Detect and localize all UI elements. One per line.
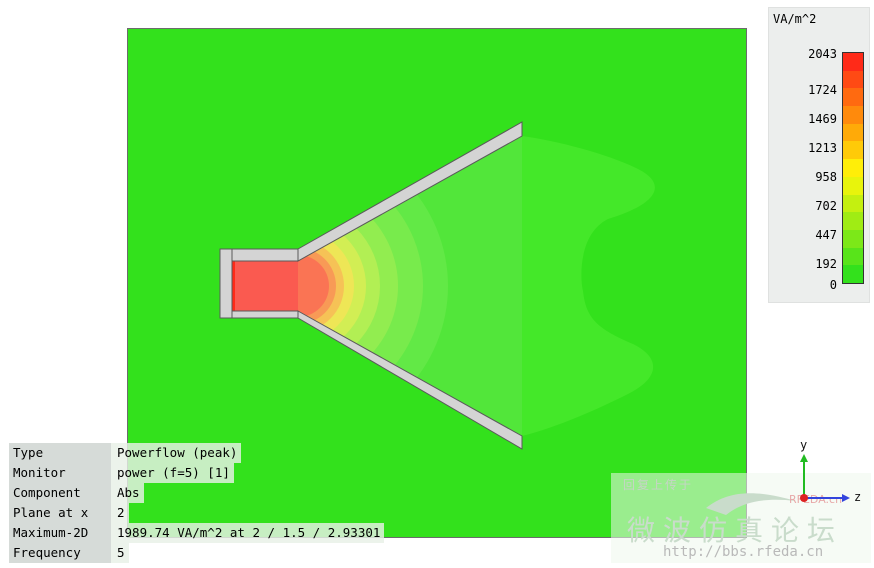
watermark-url: http://bbs.rfeda.cn [663, 544, 824, 560]
info-key: Plane at x [9, 503, 111, 523]
legend-tick: 192 [815, 257, 837, 271]
legend-tick: 1469 [808, 112, 837, 126]
axes-triad: y z [790, 438, 870, 510]
info-value: power (f=5) [1] [111, 463, 234, 483]
info-key: Type [9, 443, 111, 463]
info-row-monitor: Monitor power (f=5) [1] [9, 463, 384, 483]
legend-tick: 1724 [808, 83, 837, 97]
z-axis-label: z [854, 490, 862, 504]
legend-color-segment [843, 159, 863, 177]
legend-tick: 1213 [808, 141, 837, 155]
color-legend: VA/m^2 2043 1724 1469 1213 958 702 447 1… [768, 7, 870, 303]
info-value: 2 [111, 503, 129, 523]
legend-color-segment [843, 247, 863, 266]
info-key: Frequency [9, 543, 111, 563]
legend-color-segment [843, 88, 863, 107]
legend-color-bar [842, 52, 864, 284]
legend-color-segment [843, 141, 863, 160]
watermark-chinese: 微波仿真论坛 [627, 514, 844, 547]
info-value: Abs [111, 483, 144, 503]
legend-color-segment [843, 53, 863, 71]
info-key: Component [9, 483, 111, 503]
plot-info-table: Type Powerflow (peak) Monitor power (f=5… [9, 443, 385, 563]
legend-ticks: 2043 1724 1469 1213 958 702 447 192 0 [769, 8, 839, 304]
legend-tick: 0 [829, 278, 837, 292]
info-row-frequency: Frequency 5 [9, 543, 384, 563]
legend-tick: 958 [815, 170, 837, 184]
horn-interior-field [230, 136, 522, 436]
info-row-type: Type Powerflow (peak) [9, 443, 384, 463]
legend-color-segment [843, 123, 863, 142]
x-axis-dot-icon [800, 494, 808, 502]
info-key: Monitor [9, 463, 111, 483]
legend-tick: 447 [815, 228, 837, 242]
legend-color-segment [843, 70, 863, 89]
waveguide-hot-region [230, 261, 298, 311]
legend-color-segment [843, 194, 863, 213]
waveguide-bottom-wall [231, 310, 299, 319]
legend-color-segment [843, 176, 863, 195]
z-arrow-head-icon [842, 494, 850, 502]
radiated-lobe [522, 136, 655, 436]
info-row-maximum: Maximum-2D 1989.74 VA/m^2 at 2 / 1.5 / 2… [9, 523, 385, 543]
info-row-component: Component Abs [9, 483, 384, 503]
legend-tick: 702 [815, 199, 837, 213]
legend-color-segment [843, 106, 863, 124]
y-axis-label: y [800, 438, 808, 452]
legend-color-segment [843, 229, 863, 248]
legend-tick: 2043 [808, 47, 837, 61]
info-row-plane: Plane at x 2 [9, 503, 384, 523]
legend-color-segment [843, 265, 863, 283]
watermark-small-text: 回复上传于 [623, 478, 694, 492]
waveguide-top-wall [231, 248, 299, 262]
info-key: Maximum-2D [9, 523, 111, 543]
flange [219, 248, 233, 319]
legend-color-segment [843, 212, 863, 230]
info-value: Powerflow (peak) [111, 443, 242, 463]
info-value: 5 [111, 543, 129, 563]
y-arrow-head-icon [800, 454, 808, 462]
info-value: 1989.74 VA/m^2 at 2 / 1.5 / 2.93301 [111, 523, 385, 543]
